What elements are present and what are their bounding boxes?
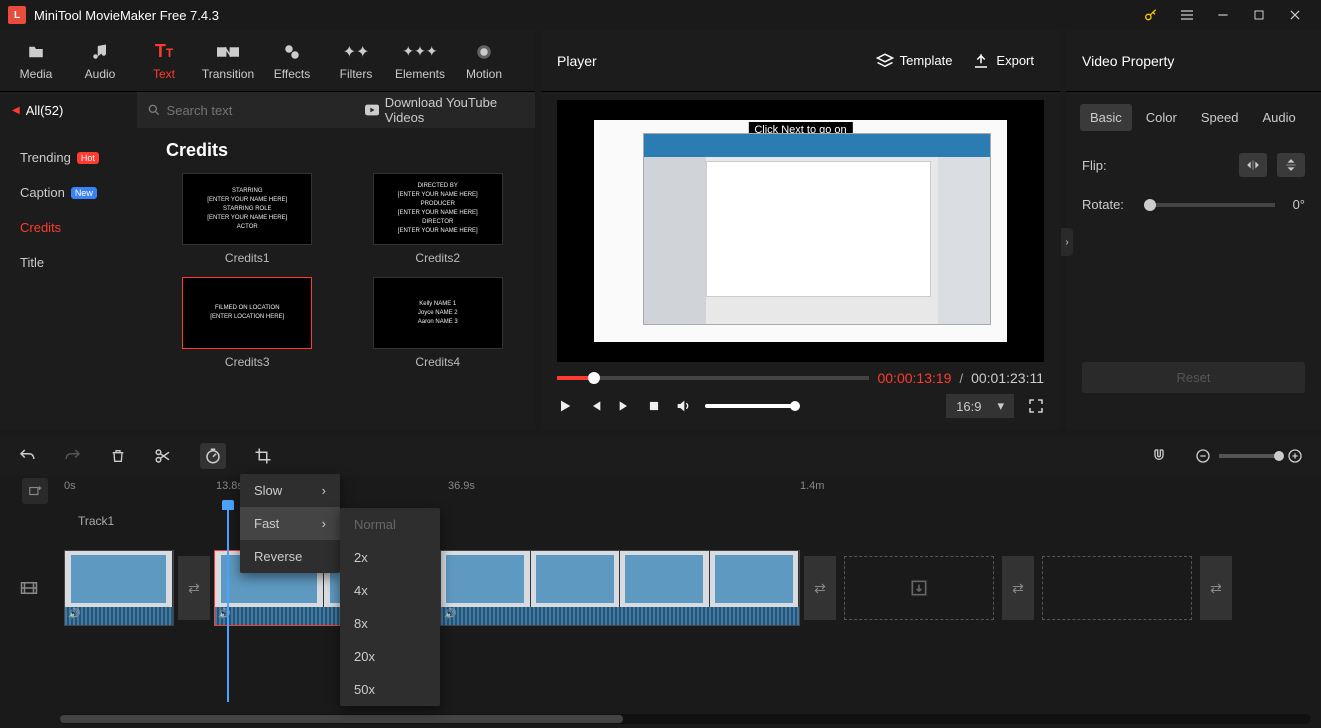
stop-button[interactable]: [647, 399, 661, 413]
clip-1[interactable]: 🔊: [64, 550, 174, 626]
template-button[interactable]: Template: [866, 52, 963, 70]
export-button[interactable]: Export: [962, 52, 1044, 70]
speed-2x[interactable]: 2x: [340, 541, 440, 574]
play-button[interactable]: [557, 398, 573, 414]
rotate-label: Rotate:: [1082, 197, 1132, 212]
clip-3[interactable]: 🔊: [440, 550, 800, 626]
tab-text[interactable]: TTText: [132, 35, 196, 87]
prop-tab-audio[interactable]: Audio: [1252, 104, 1305, 131]
fullscreen-button[interactable]: [1028, 398, 1044, 414]
time-current: 00:00:13:19: [877, 370, 951, 386]
tab-filters[interactable]: ✦✦Filters: [324, 35, 388, 87]
menu-icon[interactable]: [1169, 0, 1205, 30]
download-youtube-link[interactable]: Download YouTube Videos: [353, 95, 535, 125]
speed-20x[interactable]: 20x: [340, 640, 440, 673]
speed-normal[interactable]: Normal: [340, 508, 440, 541]
split-button[interactable]: [154, 447, 172, 465]
thumb-credits4[interactable]: Kelly NAME 1Joyce NAME 2Aaron NAME 3Cred…: [357, 277, 520, 369]
drop-slot[interactable]: [1042, 556, 1192, 620]
category-trending[interactable]: TrendingHot: [0, 140, 150, 175]
volume-icon[interactable]: [675, 398, 691, 414]
zoom-slider[interactable]: [1219, 454, 1279, 458]
speed-fast[interactable]: Fast›: [240, 507, 340, 540]
undo-button[interactable]: [18, 447, 36, 465]
filter-all[interactable]: ◀All(52): [0, 92, 137, 128]
time-total: 00:01:23:11: [971, 370, 1044, 386]
category-caption[interactable]: CaptionNew: [0, 175, 150, 210]
thumb-credits3[interactable]: FILMED ON LOCATION[ENTER LOCATION HERE]C…: [166, 277, 329, 369]
prop-tab-speed[interactable]: Speed: [1191, 104, 1249, 131]
category-title[interactable]: Title: [0, 245, 150, 280]
transition-slot[interactable]: ⇄: [178, 556, 210, 620]
next-button[interactable]: [617, 398, 633, 414]
preview-area: Click Next to go on: [557, 100, 1044, 362]
speed-menu: Slow› Fast› Reverse: [240, 474, 340, 573]
flip-label: Flip:: [1082, 158, 1132, 173]
speed-50x[interactable]: 50x: [340, 673, 440, 706]
grid-title: Credits: [166, 140, 519, 161]
speed-4x[interactable]: 4x: [340, 574, 440, 607]
prev-button[interactable]: [587, 398, 603, 414]
track-label: Track1: [78, 514, 114, 528]
flip-h-button[interactable]: [1239, 153, 1267, 177]
minimize-button[interactable]: [1205, 0, 1241, 30]
speed-8x[interactable]: 8x: [340, 607, 440, 640]
tab-transition[interactable]: Transition: [196, 35, 260, 87]
reset-button[interactable]: Reset: [1082, 362, 1305, 393]
transition-slot[interactable]: ⇄: [804, 556, 836, 620]
tab-motion[interactable]: Motion: [452, 35, 516, 87]
rotate-value: 0°: [1293, 197, 1305, 212]
panel-expand-handle[interactable]: ›: [1061, 228, 1073, 256]
add-track-button[interactable]: [22, 478, 48, 504]
key-icon[interactable]: [1133, 0, 1169, 30]
timeline-scrollbar[interactable]: [60, 714, 1311, 724]
app-title: MiniTool MovieMaker Free 7.4.3: [34, 8, 219, 23]
rotate-slider[interactable]: [1150, 203, 1275, 207]
speed-submenu: Normal 2x 4x 8x 20x 50x: [340, 508, 440, 706]
flip-v-button[interactable]: [1277, 153, 1305, 177]
close-button[interactable]: [1277, 0, 1313, 30]
tab-effects[interactable]: Effects: [260, 35, 324, 87]
aspect-select[interactable]: 16:9▾: [946, 394, 1014, 418]
thumb-credits2[interactable]: DIRECTED BY[ENTER YOUR NAME HERE]PRODUCE…: [357, 173, 520, 265]
transition-slot[interactable]: ⇄: [1200, 556, 1232, 620]
thumb-credits1[interactable]: STARRING[ENTER YOUR NAME HERE]STARRING R…: [166, 173, 329, 265]
prop-tab-basic[interactable]: Basic: [1080, 104, 1132, 131]
tab-audio[interactable]: Audio: [68, 35, 132, 87]
video-track-icon: [20, 581, 38, 595]
crop-button[interactable]: [254, 447, 272, 465]
category-credits[interactable]: Credits: [0, 210, 150, 245]
app-logo: L: [8, 6, 26, 24]
player-title: Player: [557, 53, 866, 69]
drop-slot[interactable]: [844, 556, 994, 620]
props-title: Video Property: [1066, 30, 1321, 92]
playhead[interactable]: [227, 502, 229, 702]
zoom-in-button[interactable]: [1287, 448, 1303, 464]
volume-slider[interactable]: [705, 404, 795, 408]
seek-bar[interactable]: [557, 376, 869, 380]
speed-button[interactable]: [200, 443, 226, 469]
tab-media[interactable]: Media: [4, 35, 68, 87]
magnet-icon[interactable]: [1151, 448, 1167, 464]
delete-button[interactable]: [110, 447, 126, 465]
tab-elements[interactable]: ✦✦✦Elements: [388, 35, 452, 87]
transition-slot[interactable]: ⇄: [1002, 556, 1034, 620]
speed-slow[interactable]: Slow›: [240, 474, 340, 507]
search-input[interactable]: [167, 103, 343, 118]
maximize-button[interactable]: [1241, 0, 1277, 30]
speed-reverse[interactable]: Reverse: [240, 540, 340, 573]
prop-tab-color[interactable]: Color: [1136, 104, 1187, 131]
search-icon: [147, 103, 161, 117]
zoom-out-button[interactable]: [1195, 448, 1211, 464]
redo-button[interactable]: [64, 447, 82, 465]
